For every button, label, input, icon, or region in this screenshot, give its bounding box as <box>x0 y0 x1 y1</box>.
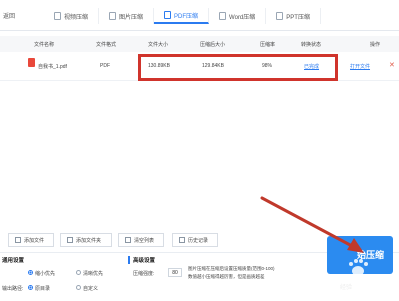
tab-word[interactable]: Word压缩 <box>209 8 267 24</box>
tab-pdf[interactable]: PDF压缩 <box>154 8 210 24</box>
add-file-label: 添加文件 <box>24 237 45 244</box>
mode-option-clear: 清晰优先 <box>83 271 104 277</box>
trash-icon <box>125 237 131 243</box>
image-icon <box>109 12 117 20</box>
clear-list-button[interactable]: 清空列表 <box>118 233 164 247</box>
output-radio-custom[interactable] <box>76 285 81 290</box>
open-file-link[interactable]: 打开文件 <box>350 63 370 70</box>
table-header: 文件名称 文件格式 文件大小 压缩后大小 压缩率 转换状态 操作 <box>0 36 399 52</box>
file-name: 自我书_1.pdf <box>38 64 67 70</box>
clear-list-label: 清空列表 <box>134 237 155 244</box>
mode-option-small: 缩小优先 <box>35 271 56 277</box>
file-format: PDF <box>100 63 110 69</box>
mode-radio-clear[interactable] <box>76 270 81 275</box>
output-radio-original[interactable] <box>28 285 33 290</box>
col-size: 文件大小 <box>148 42 169 48</box>
col-ratio: 压缩率 <box>260 42 276 48</box>
output-path-label: 输出路径: <box>2 286 24 292</box>
pdf-file-icon <box>28 58 35 67</box>
tab-label: PDF压缩 <box>174 13 199 20</box>
tab-video[interactable]: 视频压缩 <box>44 8 100 24</box>
output-option-original: 原目录 <box>35 286 51 292</box>
add-folder-button[interactable]: 添加文件夹 <box>60 233 112 247</box>
watermark-text: 经验 <box>340 285 353 291</box>
highlight-box <box>138 54 338 81</box>
history-button[interactable]: 历史记录 <box>172 233 218 247</box>
word-icon <box>219 12 227 20</box>
add-file-button[interactable]: 添加文件 <box>8 233 54 247</box>
quality-hint-1: 图片压缩在压缩后设置压缩质量(范围0-100) <box>188 266 275 271</box>
quality-input[interactable]: 80 <box>168 268 182 277</box>
col-status: 转换状态 <box>301 42 322 48</box>
add-folder-label: 添加文件夹 <box>76 237 102 244</box>
col-action: 操作 <box>370 42 381 48</box>
back-button[interactable]: 返回 <box>3 11 15 20</box>
pdf-icon <box>164 11 172 19</box>
section-marker <box>128 256 130 264</box>
col-compressed-size: 压缩后大小 <box>200 42 226 48</box>
tab-label: Word压缩 <box>229 14 256 21</box>
ppt-icon <box>276 12 284 20</box>
file-icon <box>15 237 21 243</box>
video-icon <box>54 12 61 20</box>
tab-label: 图片压缩 <box>119 14 144 21</box>
paw-logo-icon <box>349 259 368 276</box>
folder-icon <box>67 237 73 243</box>
col-name: 文件名称 <box>34 42 55 48</box>
quality-value: 80 <box>172 269 178 276</box>
delete-icon[interactable]: ✕ <box>389 61 395 69</box>
advanced-settings-title: 高级设置 <box>133 258 156 264</box>
tab-ppt[interactable]: PPT压缩 <box>266 8 321 24</box>
tab-label: 视频压缩 <box>64 14 89 21</box>
col-format: 文件格式 <box>96 42 117 48</box>
output-option-custom: 自定义 <box>83 286 99 292</box>
tab-image[interactable]: 图片压缩 <box>99 8 155 24</box>
history-label: 历史记录 <box>188 237 209 244</box>
quality-label: 压缩强度: <box>133 271 155 277</box>
tab-bar: 视频压缩 图片压缩 PDF压缩 Word压缩 PPT压缩 <box>44 8 321 30</box>
mode-radio-small[interactable] <box>28 270 33 275</box>
quality-hint-2: 数值越小压缩得越厉害，但是画质越差 <box>188 274 265 279</box>
general-settings-title: 通用设置 <box>2 258 25 264</box>
top-bar: 返回 视频压缩 图片压缩 PDF压缩 Word压缩 PPT压缩 <box>0 0 399 31</box>
history-icon <box>179 237 185 243</box>
tab-label: PPT压缩 <box>286 14 310 21</box>
